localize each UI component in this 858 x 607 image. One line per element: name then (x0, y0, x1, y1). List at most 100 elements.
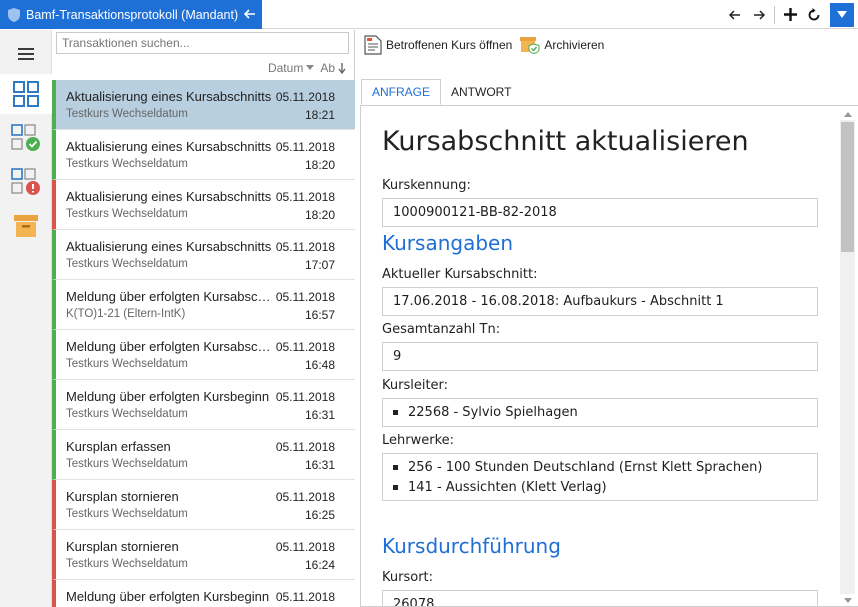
scroll-up-icon[interactable] (840, 108, 855, 120)
shield-icon (8, 7, 20, 22)
search-input[interactable] (56, 32, 349, 54)
gesamtanzahl-label: Gesamtanzahl Tn: (382, 322, 501, 337)
item-time: 16:25 (304, 508, 335, 522)
list-item[interactable]: Meldung über erfolgten Kursabschluss K(T… (52, 280, 355, 330)
aktueller-kursabschnitt-field: 17.06.2018 - 16.08.2018: Aufbaukurs - Ab… (382, 287, 818, 316)
refresh-icon (808, 7, 820, 20)
list-item[interactable]: Kursplan erfassen Testkurs Wechseldatum … (52, 430, 355, 480)
item-subtitle: Testkurs Wechseldatum (66, 158, 188, 170)
rail-item-archive[interactable] (0, 206, 52, 246)
grid-error-icon (11, 168, 40, 195)
item-date: 05.11.2018 (275, 90, 335, 104)
rail-item-failed[interactable] (0, 162, 52, 202)
tab-request[interactable]: ANFRAGE (361, 79, 442, 105)
item-time: 17:07 (304, 258, 335, 272)
grid-icon (13, 81, 39, 107)
sort-field-button[interactable]: Datum (267, 61, 315, 75)
list-item[interactable]: Aktualisierung eines Kursabschnitts Test… (52, 130, 355, 180)
list-item[interactable]: Meldung über erfolgten Kursabschluss Tes… (52, 330, 355, 380)
item-title: Aktualisierung eines Kursabschnitts (66, 239, 272, 254)
archive-label: Archivieren (544, 38, 605, 52)
item-title: Aktualisierung eines Kursabschnitts (66, 89, 272, 104)
open-course-button[interactable]: Betroffenen Kurs öffnen (364, 35, 512, 55)
aktueller-kursabschnitt-label: Aktueller Kursabschnitt: (382, 267, 538, 282)
item-title: Kursplan stornieren (66, 489, 179, 504)
refresh-button[interactable] (802, 3, 826, 27)
item-subtitle: Testkurs Wechseldatum (66, 208, 188, 220)
list-item[interactable]: Kursplan stornieren Testkurs Wechseldatu… (52, 530, 355, 580)
item-time: 16:31 (304, 458, 335, 472)
request-content: Kursabschnitt aktualisieren Kurskennung:… (360, 105, 858, 607)
nav-forward-button[interactable] (747, 3, 771, 27)
item-subtitle: Testkurs Wechseldatum (66, 358, 188, 370)
item-title: Meldung über erfolgten Kursbeginn (66, 389, 270, 404)
sort-direction-label: Ab (320, 61, 335, 75)
grid-check-icon (11, 124, 40, 151)
vertical-scrollbar[interactable] (840, 108, 855, 606)
scroll-thumb[interactable] (841, 122, 854, 252)
item-time: 16:24 (304, 558, 335, 572)
title-bar: Bamf-Transaktionsprotokoll (Mandant) (0, 0, 858, 29)
item-date: 05.11.2018 (275, 390, 335, 404)
caret-down-icon (306, 65, 315, 70)
tab-response[interactable]: ANTWORT (441, 79, 521, 105)
arrow-down-icon (338, 62, 346, 74)
list-item[interactable]: Kursplan stornieren Testkurs Wechseldatu… (52, 480, 355, 530)
detail-panel: Betroffenen Kurs öffnen Archivieren ANFR… (356, 30, 858, 607)
rail-item-all-transactions[interactable] (0, 74, 52, 114)
lehrwerke-field: 256 - 100 Stunden Deutschland (Ernst Kle… (382, 453, 818, 501)
kurskennung-label: Kurskennung: (382, 178, 471, 193)
aktueller-kursabschnitt-value: 17.06.2018 - 16.08.2018: Aufbaukurs - Ab… (393, 294, 724, 309)
window-title: Bamf-Transaktionsprotokoll (Mandant) (26, 7, 239, 22)
kursort-value: 26078 (393, 597, 435, 607)
lehrwerke-label: Lehrwerke: (382, 433, 455, 448)
list-item[interactable]: Aktualisierung eines Kursabschnitts Test… (52, 180, 355, 230)
archive-button[interactable]: Archivieren (520, 36, 604, 54)
kursort-field: 26078 (382, 590, 818, 607)
item-subtitle: Testkurs Wechseldatum (66, 558, 188, 570)
item-date: 05.11.2018 (275, 290, 335, 304)
list-item[interactable]: Aktualisierung eines Kursabschnitts Test… (52, 230, 355, 280)
section-kursdurchfuehrung: Kursdurchführung (382, 534, 561, 558)
item-title: Meldung über erfolgten Kursbeginn (66, 589, 270, 604)
item-subtitle: Testkurs Wechseldatum (66, 258, 188, 270)
rail-item-successful[interactable] (0, 118, 52, 158)
list-item[interactable]: Aktualisierung eines Kursabschnitts Test… (52, 80, 355, 130)
item-time: 16:57 (304, 308, 335, 322)
scroll-down-icon[interactable] (840, 594, 855, 606)
add-button[interactable] (778, 3, 802, 27)
window-title-tab: Bamf-Transaktionsprotokoll (Mandant) (0, 0, 262, 29)
hamburger-menu-button[interactable] (0, 34, 52, 74)
item-title: Kursplan erfassen (66, 439, 171, 454)
kursleiter-field: 22568 - Sylvio Spielhagen (382, 398, 818, 427)
item-date: 05.11.2018 (275, 590, 335, 604)
transaction-list: Aktualisierung eines Kursabschnitts Test… (52, 80, 355, 607)
item-time: 18:20 (304, 158, 335, 172)
gesamtanzahl-value: 9 (393, 349, 402, 364)
chevron-down-icon (837, 11, 847, 18)
item-title: Aktualisierung eines Kursabschnitts (66, 139, 272, 154)
lehrwerk-value: 141 - Aussichten (Klett Verlag) (408, 479, 607, 495)
item-time: 16:48 (304, 358, 335, 372)
item-title: Meldung über erfolgten Kursabschluss (66, 339, 272, 354)
hamburger-icon (18, 48, 34, 60)
page-title: Kursabschnitt aktualisieren (382, 126, 749, 157)
nav-back-button[interactable] (723, 3, 747, 27)
item-title: Kursplan stornieren (66, 539, 179, 554)
item-subtitle: K(TO)1-21 (Eltern-IntK) (66, 308, 186, 320)
menu-dropdown-button[interactable] (830, 2, 854, 27)
kursleiter-value: 22568 - Sylvio Spielhagen (408, 405, 578, 420)
list-item[interactable]: Meldung über erfolgten Kursbeginn Testku… (52, 380, 355, 430)
sort-direction-button[interactable]: Ab (320, 61, 346, 75)
transaction-list-panel: Datum Ab Aktualisierung eines Kursabschn… (52, 30, 355, 607)
item-date: 05.11.2018 (275, 190, 335, 204)
item-subtitle: Testkurs Wechseldatum (66, 108, 188, 120)
kursort-label: Kursort: (382, 570, 434, 585)
list-item[interactable]: Meldung über erfolgten Kursbeginn 05.11.… (52, 580, 355, 607)
item-time: 18:20 (304, 208, 335, 222)
sort-field-label: Datum (267, 61, 304, 75)
back-arrow-icon[interactable] (240, 4, 260, 24)
navigation-rail (0, 30, 52, 607)
toolbar-separator (774, 5, 775, 24)
document-icon (364, 35, 382, 55)
